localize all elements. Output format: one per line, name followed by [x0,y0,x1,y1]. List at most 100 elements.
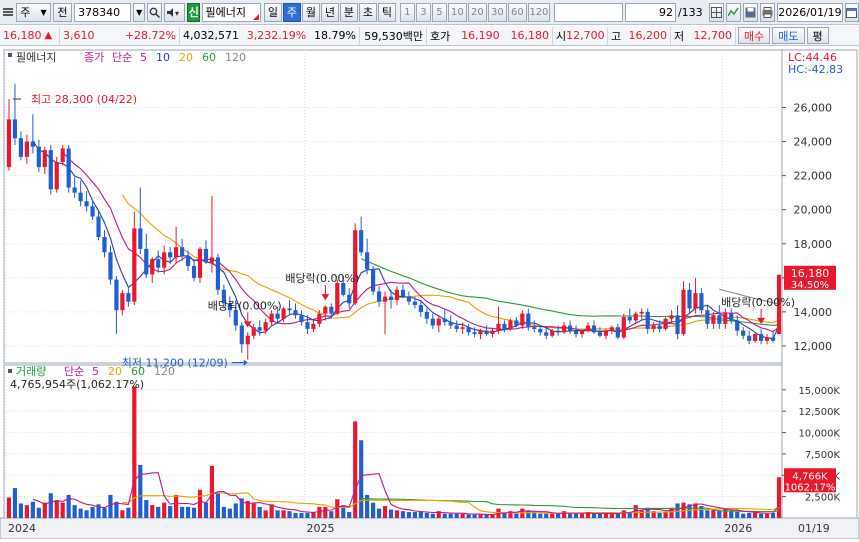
volume-bar [442,513,447,518]
candle-body [556,330,561,333]
period-tab-2[interactable]: 월 [301,2,320,22]
candle-body [323,306,328,314]
toolbar: 주 ▼ 전 378340 ▼ ▾ 신 필에너지 일주월년분초틱 1 3 5 10 20 3… [0,0,859,25]
prev-label: 전 [57,6,68,19]
search-icon [149,7,161,18]
volume-bar [209,465,215,518]
volume-bar [54,500,59,518]
dividend-label: 배당락(0.00%) [208,299,282,312]
period-tabs: 일주월년분초틱 [263,2,396,22]
grid-button[interactable] [708,2,724,22]
volume-bar [281,510,286,518]
candle-body [538,328,543,333]
volume-bar [156,506,161,518]
candle-body [747,335,752,341]
average-button[interactable]: 평 [806,27,829,44]
legend-ma-period: 120 [225,51,246,64]
candle-body [281,308,286,319]
x-axis-label: 2026 [724,522,752,535]
candle-body [568,325,573,331]
candle-body [645,311,650,329]
volume-bar [36,507,41,518]
candle-body [562,325,567,333]
candle-body [496,323,501,331]
candle-body [585,325,591,331]
count-input[interactable]: 92 [624,2,676,22]
prev-button[interactable]: 전 [52,2,73,22]
code-dropdown-button[interactable]: ▼ [132,2,146,22]
buy-button[interactable]: 매수 [738,27,771,44]
candle-body [203,248,209,263]
interval-button-4[interactable]: 20 [467,2,487,22]
candle-body [293,310,298,316]
date-input[interactable]: 2026/01/19 [777,2,843,22]
current-price-cell: 16,180 ▲ [0,26,60,45]
interval-button-7[interactable]: 120 [527,2,550,22]
current-volume-pct-label: 1062.17% [785,482,836,493]
interval-button-3[interactable]: 10 [447,2,467,22]
volume-tick-label: 10,000K [798,429,840,440]
period-tab-6[interactable]: 틱 [377,2,396,22]
market-select[interactable]: 주 ▼ [16,2,51,22]
interval-button-2[interactable]: 5 [431,2,447,22]
candle-body [132,228,137,302]
candle-body [365,252,370,270]
volume-legend-ma-period: 120 [154,365,175,378]
period-tab-5[interactable]: 초 [358,2,377,22]
price-tick-label: 22,000 [794,170,833,183]
volume-bar [305,512,310,518]
candle-body [60,148,65,163]
candle-body [735,320,740,331]
candle-body [532,327,537,329]
window-menu-icon[interactable] [2,3,14,22]
volume-bar [424,512,429,518]
stock-name: 필에너지 [205,6,246,19]
candle-body [84,201,89,207]
stock-code-input[interactable]: 378340 [74,2,131,22]
sell-button[interactable]: 매도 [772,27,805,44]
period-tab-0[interactable]: 일 [263,2,282,22]
volume-bar [293,512,298,518]
chart-type-button[interactable] [725,2,741,22]
search-button[interactable] [147,2,162,22]
volume-legend-ma-label: 단순 [64,365,84,378]
volume-bar [42,502,47,518]
dividend-label: 배당락(0.00%) [721,296,795,309]
candle-body [233,310,238,326]
volume-bar [597,513,603,518]
print-button[interactable] [760,2,776,22]
volume-bar [388,509,394,518]
candle-body [651,325,656,329]
stock-name-field[interactable]: 필에너지 [202,2,261,22]
calendar-button[interactable] [844,2,859,22]
legend-stock-name: 필에너지 [16,51,56,64]
high-cell: 고 16,200 [608,26,671,45]
period-tab-4[interactable]: 분 [339,2,358,22]
average-label: 평 [812,29,823,43]
bid-label: 호가 [430,29,451,43]
current-price-label: 16,180 [791,267,830,280]
candle-body [627,317,632,321]
price-tick-label: 12,000 [794,340,833,353]
current-volume-label: 4,766K [792,471,828,482]
candle-body [144,248,149,275]
candle-body [251,327,256,336]
interval-button-5[interactable]: 30 [487,2,507,22]
volume-bar [550,513,555,518]
save-button[interactable] [742,2,759,22]
period-tab-1[interactable]: 주 [282,2,301,22]
period-tab-3[interactable]: 년 [320,2,339,22]
candle-body [615,327,620,338]
volume-bar [484,514,489,518]
candle-body [359,230,364,253]
interval-button-0[interactable]: 1 [399,2,415,22]
candle-body [723,313,728,324]
interval-button-6[interactable]: 60 [507,2,527,22]
candle-body [520,313,525,326]
chart-area[interactable]: 26,00024,00022,00020,00018,00016,00014,0… [0,47,859,540]
sound-button[interactable]: ▾ [163,2,186,22]
interval-button-1[interactable]: 3 [415,2,431,22]
grid-icon [710,6,722,18]
stock-chart[interactable]: 26,00024,00022,00020,00018,00016,00014,0… [0,47,859,540]
candle-body [454,325,459,329]
